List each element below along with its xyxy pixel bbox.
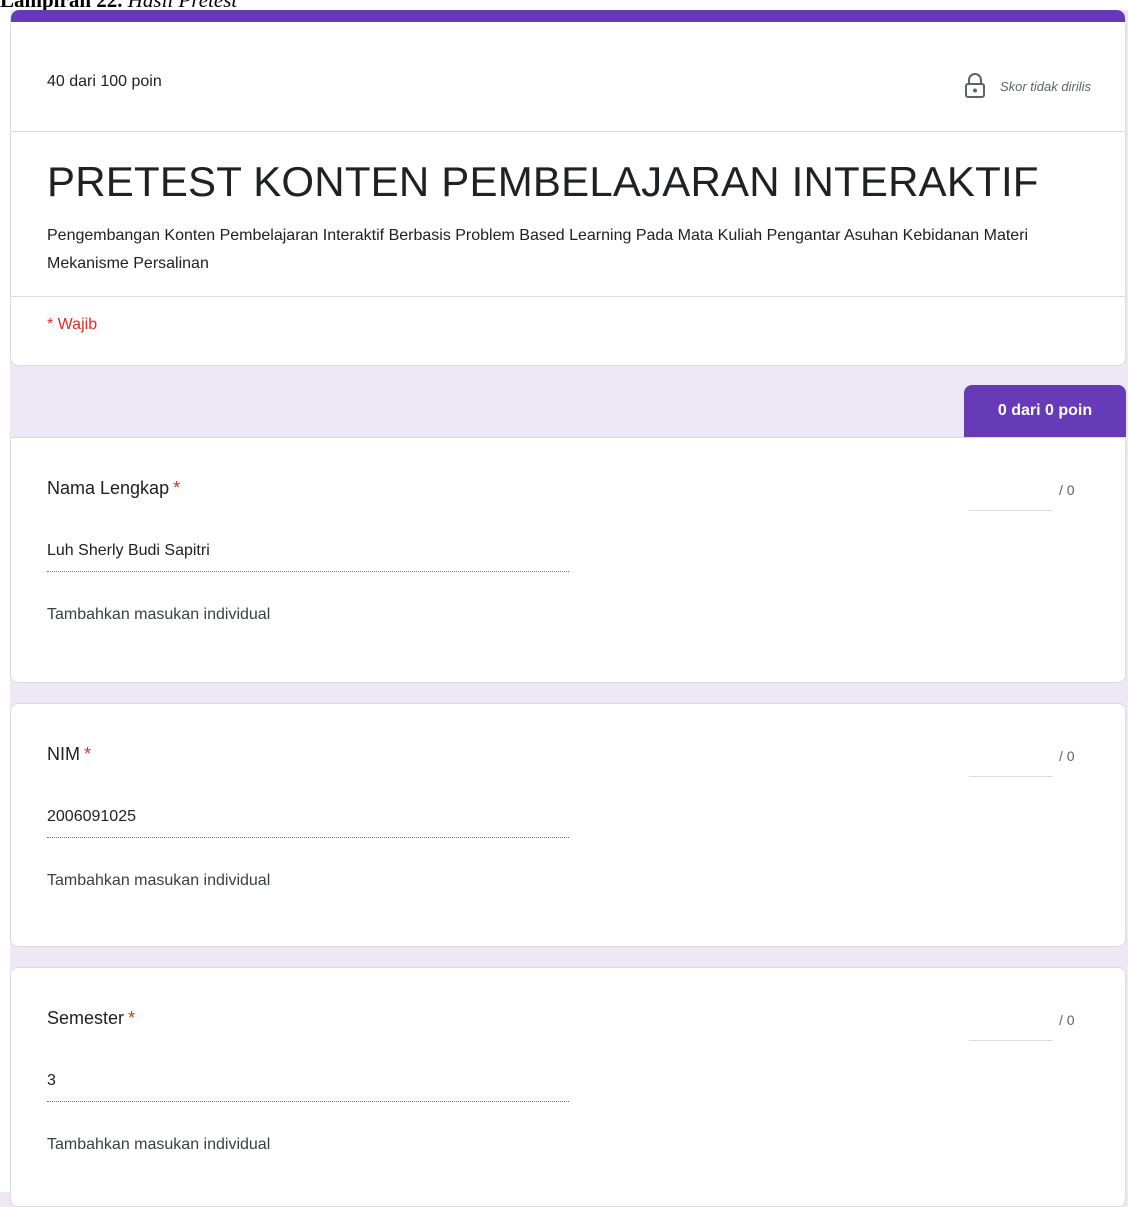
accent-strip <box>11 10 1125 22</box>
required-asterisk: * <box>128 1008 136 1028</box>
score-max: / 0 <box>1059 482 1075 498</box>
required-note: * Wajib <box>47 316 98 333</box>
form-title: PRETEST KONTEN PEMBELAJARAN INTERAKTIF <box>47 158 1039 205</box>
score-input[interactable] <box>969 1006 1053 1041</box>
score-input[interactable] <box>969 476 1053 511</box>
score-input[interactable] <box>969 742 1053 777</box>
divider <box>11 296 1125 297</box>
lock-icon <box>964 73 985 98</box>
score-row: 40 dari 100 poin Skor tidak dirilis <box>11 22 1125 132</box>
question-card: Nama Lengkap * / 0 Luh Sherly Budi Sapitr… <box>10 437 1126 683</box>
answer-text: 2006091025 <box>47 808 569 838</box>
add-feedback-button[interactable]: Tambahkan masukan individual <box>47 872 270 890</box>
form-description: Pengembangan Konten Pembelajaran Interak… <box>47 227 1029 272</box>
required-asterisk: * <box>173 478 181 498</box>
form-header-card: 40 dari 100 poin Skor tidak dirilis PRET… <box>10 10 1126 366</box>
release-status-text: Skor tidak dirilis <box>999 78 1091 94</box>
caption-label: Lampiran 22. <box>0 0 123 10</box>
question-title-text: NIM <box>47 744 80 764</box>
answer-text: Luh Sherly Budi Sapitri <box>47 542 569 572</box>
answer-text: 3 <box>47 1072 569 1102</box>
question-card: NIM * / 0 2006091025 Tambahkan masukan in… <box>10 703 1126 947</box>
page-margin <box>0 10 10 1192</box>
question-card: Semester * / 0 3 Tambahkan masukan indivi… <box>10 967 1126 1207</box>
add-feedback-button[interactable]: Tambahkan masukan individual <box>47 606 270 624</box>
caption-italic: Hasil Pretest <box>128 0 237 10</box>
question-title: NIM * <box>47 744 91 765</box>
score-max: / 0 <box>1059 748 1075 764</box>
question-title-text: Semester <box>47 1008 125 1028</box>
question-title-text: Nama Lengkap <box>47 478 170 498</box>
section-points-badge: 0 dari 0 poin <box>964 385 1126 437</box>
score-max: / 0 <box>1059 1012 1075 1028</box>
document-caption: Lampiran 22. Hasil Pretest <box>0 0 1128 10</box>
question-title: Nama Lengkap * <box>47 478 180 499</box>
required-asterisk: * <box>84 744 92 764</box>
release-status: Skor tidak dirilis <box>964 73 1091 99</box>
question-title: Semester * <box>47 1008 135 1029</box>
add-feedback-button[interactable]: Tambahkan masukan individual <box>47 1136 270 1154</box>
total-score: 40 dari 100 poin <box>47 73 162 90</box>
